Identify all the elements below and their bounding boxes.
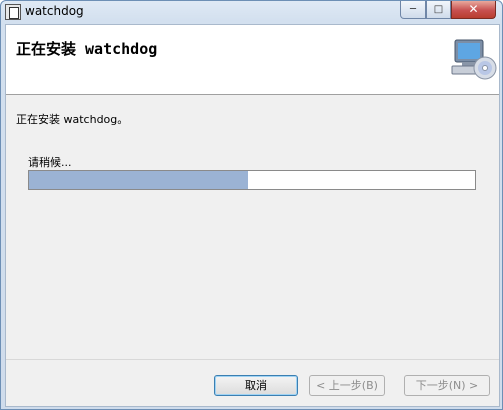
maximize-button[interactable]: □ [426, 1, 451, 19]
install-status-text: 正在安装 watchdog。 [16, 113, 129, 126]
cancel-button[interactable]: 取消 [214, 375, 298, 396]
installer-content: 正在安装 watchdog 正在安装 watchdog。 请稍候... 取消 <… [5, 24, 500, 407]
header-banner: 正在安装 watchdog [6, 25, 499, 95]
title-bar[interactable]: watchdog ─ □ ✕ [1, 1, 502, 23]
installer-window: watchdog ─ □ ✕ 正在安装 watchdog 正在安装 watchd… [0, 0, 503, 410]
back-button[interactable]: < 上一步(B) [309, 375, 385, 396]
app-icon [5, 4, 21, 20]
next-button[interactable]: 下一步(N) > [404, 375, 490, 396]
install-progress-bar [28, 170, 476, 190]
close-button[interactable]: ✕ [451, 1, 496, 19]
progress-fill [29, 171, 248, 189]
please-wait-label: 请稍候... [28, 156, 72, 169]
minimize-button[interactable]: ─ [400, 1, 426, 19]
footer-divider [6, 359, 499, 360]
window-title: watchdog [25, 4, 84, 18]
banner-title: 正在安装 watchdog [16, 40, 158, 58]
computer-cd-icon [451, 39, 497, 80]
